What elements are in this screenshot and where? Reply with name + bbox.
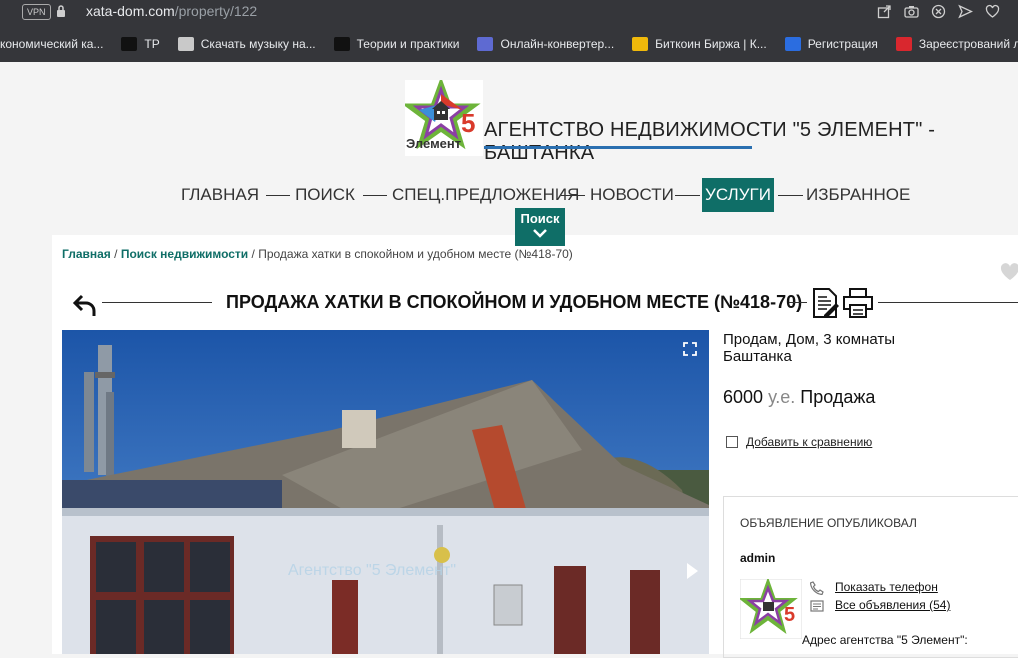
nav-separator [561,195,585,196]
document-icon[interactable] [810,287,840,319]
breadcrumb-search[interactable]: Поиск недвижимости [121,247,248,261]
nav-separator [266,195,290,196]
logo-number: 5 [461,108,475,138]
chevron-down-icon [533,229,547,238]
property-summary: Продам, Дом, 3 комнаты Баштанка [723,331,895,365]
nav-special-offers[interactable]: СПЕЦ.ПРЕДЛОЖЕНИЯ [392,178,579,212]
publisher-logo[interactable]: 5 [740,579,802,639]
vpn-badge[interactable]: VPN [22,4,51,20]
logo-text: Элемент [406,136,461,151]
expand-icon[interactable] [683,342,697,356]
nav-separator [675,195,700,196]
bookmark-item[interactable]: Онлайн-конвертер... [477,37,614,51]
breadcrumb-separator: / [248,247,259,261]
bookmark-label: Скачать музыку на... [200,37,316,51]
breadcrumb-home[interactable]: Главная [62,247,111,261]
bookmarks-bar: кономический ка... TP Скачать музыку на...… [0,30,1018,58]
search-tab-button[interactable]: Поиск [515,208,565,246]
send-icon[interactable] [958,4,974,19]
bookmark-item[interactable]: Биткоин Биржа | К... [632,37,767,51]
main-nav: ГЛАВНАЯ ПОИСК СПЕЦ.ПРЕДЛОЖЕНИЯ НОВОСТИ У… [0,178,1018,212]
property-title: ПРОДАЖА ХАТКИ В СПОКОЙНОМ И УДОБНОМ МЕСТ… [226,292,803,312]
publisher-heading: ОБЪЯВЛЕНИЕ ОПУБЛИКОВАЛ [740,516,917,530]
price-value: 6000 [723,387,764,407]
property-price: 6000 у.е. Продажа [723,387,875,408]
breadcrumb: Главная / Поиск недвижимости / Продажа х… [62,247,573,261]
camera-icon[interactable] [904,4,919,19]
publisher-logo-number: 5 [784,604,795,626]
bookmark-label: Онлайн-конвертер... [500,37,615,51]
bookmark-favicon-icon [333,37,350,51]
lock-icon[interactable] [56,4,66,18]
bookmark-favicon-icon [121,37,138,51]
toolbar-icons [877,4,1000,19]
agency-logo[interactable]: 5 Элемент [405,80,483,156]
browser-chrome: VPN xata-dom.com/property/122 кономическ… [0,0,1018,62]
url-text[interactable]: xata-dom.com/property/122 [86,3,257,19]
bookmark-item[interactable]: кономический ка... [0,37,103,51]
nav-favorites[interactable]: ИЗБРАННОЕ [806,178,910,212]
bookmark-label: Биткоин Биржа | К... [655,37,767,51]
print-icon[interactable] [842,287,874,319]
nav-news[interactable]: НОВОСТИ [590,178,674,212]
title-rule-left [102,302,212,303]
share-icon[interactable] [877,4,892,19]
nav-services[interactable]: УСЛУГИ [702,178,774,212]
breadcrumb-separator: / [110,247,121,261]
title-rule-right [878,302,1018,303]
bookmark-favicon-icon [632,37,649,51]
bookmark-item[interactable]: Теории и практики [333,37,460,51]
url-path: /property/122 [174,3,258,19]
bookmark-label: кономический ка... [0,37,104,51]
bookmark-item[interactable]: Зареєстрований л... [895,37,1018,51]
property-city: Баштанка [723,348,792,365]
publisher-box: ОБЪЯВЛЕНИЕ ОПУБЛИКОВАЛ admin 5 Показать … [723,496,1018,658]
nav-home[interactable]: ГЛАВНАЯ [181,178,259,212]
title-rule-mid [789,302,807,303]
url-host: xata-dom.com [86,3,175,19]
all-ads-link[interactable]: Все объявления (54) [835,598,950,612]
deal-type: Продажа [800,387,876,407]
bookmark-label: Зареєстрований л... [918,37,1018,51]
bookmark-label: Теории и практики [356,37,460,51]
bookmark-item[interactable]: Скачать музыку на... [177,37,316,51]
site-title: АГЕНТСТВО НЕДВИЖИМОСТИ "5 ЭЛЕМЕНТ" - БАШ… [484,119,936,164]
bookmark-label: TP [144,37,160,51]
property-photo[interactable]: Агентство "5 Элемент" [62,330,709,654]
compare-toggle[interactable]: Добавить к сравнению [726,435,872,449]
back-arrow-icon[interactable] [72,292,100,320]
bookmark-label: Регистрация [807,37,878,51]
show-phone-link[interactable]: Показать телефон [835,580,938,594]
price-currency: у.е. [768,387,796,407]
bookmark-favicon-icon [895,37,912,51]
phone-icon [810,581,824,595]
agency-address-label: Адрес агентства "5 Элемент": [802,633,968,647]
title-underline [484,146,752,149]
next-arrow-icon[interactable] [685,562,699,580]
bookmark-favicon-icon [177,37,194,51]
bookmark-favicon-icon [784,37,801,51]
search-tab-label: Поиск [520,211,560,226]
list-icon [810,600,824,612]
compare-checkbox[interactable] [726,436,738,448]
web-page: 5 Элемент АГЕНТСТВО НЕДВИЖИМОСТИ "5 ЭЛЕМ… [0,62,1018,658]
photo-watermark: Агентство "5 Элемент" [288,562,456,579]
house-image [62,330,709,654]
property-type: Продам, Дом, 3 комнаты [723,331,896,348]
block-icon[interactable] [931,4,946,19]
address-bar[interactable]: VPN xata-dom.com/property/122 [0,0,1018,26]
breadcrumb-current: Продажа хатки в спокойном и удобном мест… [258,247,573,261]
bookmark-item[interactable]: TP [121,37,160,51]
heart-icon[interactable] [985,4,1000,19]
favorite-heart-icon[interactable] [1000,263,1018,281]
publisher-user[interactable]: admin [740,551,775,565]
nav-search[interactable]: ПОИСК [295,178,355,212]
property-panel: Главная / Поиск недвижимости / Продажа х… [52,235,1018,658]
bookmark-favicon-icon [477,37,494,51]
compare-label[interactable]: Добавить к сравнению [746,435,872,449]
nav-separator [363,195,387,196]
nav-separator [778,195,803,196]
bookmark-item[interactable]: Регистрация [784,37,878,51]
